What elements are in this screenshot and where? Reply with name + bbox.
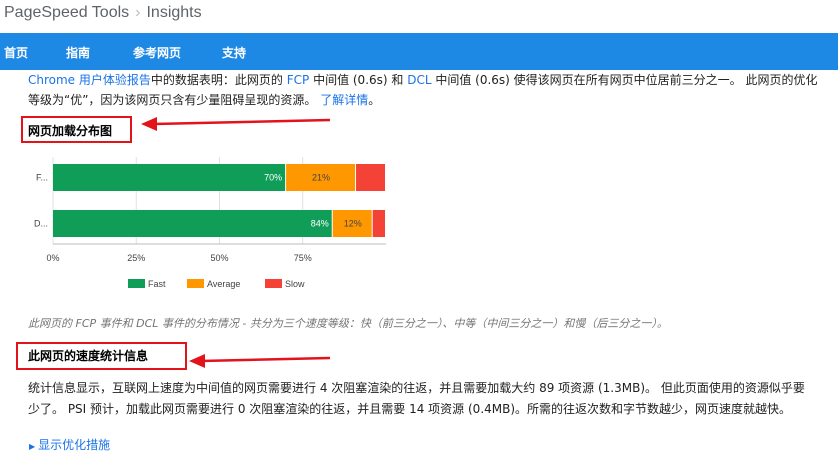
show-optimizations-link[interactable]: ▶ 显示优化措施 bbox=[29, 436, 110, 453]
y-category-label: F... bbox=[36, 173, 48, 183]
legend-label: Slow bbox=[285, 279, 305, 289]
data-label: 12% bbox=[344, 219, 362, 229]
legend-swatch bbox=[128, 279, 145, 288]
bar-segment bbox=[356, 164, 385, 191]
data-label: 84% bbox=[311, 219, 329, 229]
data-label: 21% bbox=[312, 173, 330, 183]
stats-text: 统计信息显示，互联网上速度为中间值的网页需要进行 4 次阻塞渲染的往返，并且需要… bbox=[28, 378, 838, 420]
triangle-right-icon: ▶ bbox=[29, 442, 36, 451]
bar-segment bbox=[53, 210, 332, 237]
bar-segment bbox=[372, 210, 385, 237]
chart-caption: 此网页的 FCP 事件和 DCL 事件的分布情况 - 共分为三个速度等级：快（前… bbox=[28, 317, 668, 330]
show-optimizations-label: 显示优化措施 bbox=[38, 438, 111, 452]
annotation-arrowhead-1 bbox=[141, 117, 157, 131]
legend-label: Fast bbox=[148, 279, 166, 289]
legend-label: Average bbox=[207, 279, 240, 289]
legend-swatch bbox=[265, 279, 282, 288]
data-label: 70% bbox=[264, 173, 282, 183]
annotation-arrow-1 bbox=[153, 118, 331, 126]
x-tick-label: 75% bbox=[294, 253, 312, 263]
stats-line-2: 少了。 PSI 预计，加载此网页需要进行 0 次阻塞渲染的往返，并且需要 14 … bbox=[28, 402, 792, 416]
y-category-label: D... bbox=[34, 219, 48, 229]
x-tick-label: 25% bbox=[127, 253, 145, 263]
stats-line-1: 统计信息显示，互联网上速度为中间值的网页需要进行 4 次阻塞渲染的往返，并且需要… bbox=[28, 381, 805, 395]
annotation-arrow-2 bbox=[200, 356, 331, 363]
x-tick-label: 50% bbox=[210, 253, 228, 263]
annotation-arrowhead-2 bbox=[189, 354, 205, 368]
bar-segment bbox=[53, 164, 286, 191]
legend-swatch bbox=[187, 279, 204, 288]
x-tick-label: 0% bbox=[46, 253, 59, 263]
